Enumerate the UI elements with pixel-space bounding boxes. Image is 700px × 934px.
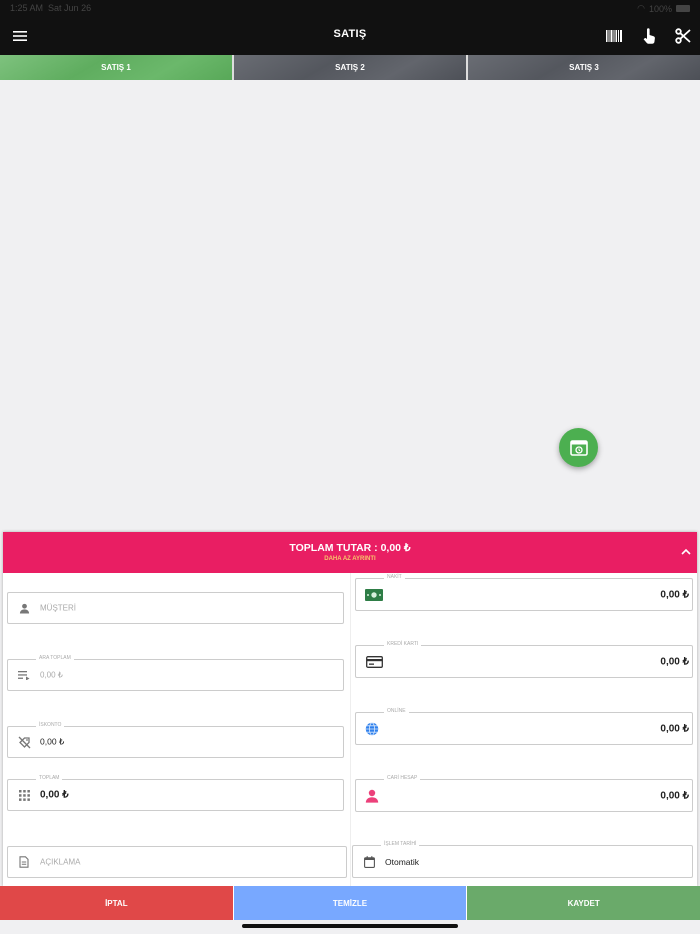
online-field[interactable]: ONLİNE 0,00 ₺: [355, 708, 693, 745]
globe-icon: [365, 721, 379, 736]
clear-button[interactable]: TEMİZLE: [233, 886, 467, 920]
current-account-value: 0,00 ₺: [660, 790, 689, 801]
cart-area: [0, 80, 700, 532]
status-right: ◠ 100%: [637, 3, 690, 14]
tab-sale-3[interactable]: SATIŞ 3: [468, 55, 700, 80]
total-header[interactable]: TOPLAM TUTAR : 0,00 ₺ DAHA AZ AYRINTI: [3, 532, 697, 573]
tab-sale-1[interactable]: SATIŞ 1: [0, 55, 232, 80]
transaction-date-field[interactable]: İŞLEM TARİHİ Otomatik: [352, 841, 693, 878]
payment-panel: TOPLAM TUTAR : 0,00 ₺ DAHA AZ AYRINTI MÜ…: [3, 532, 697, 886]
transaction-date-label: İŞLEM TARİHİ: [381, 841, 420, 847]
scissors-icon[interactable]: [673, 26, 693, 46]
status-bar: 1:25 AM Sat Jun 26 ◠ 100%: [0, 0, 700, 16]
customer-field[interactable]: MÜŞTERİ: [7, 592, 344, 624]
action-bar: İPTAL TEMİZLE KAYDET: [0, 886, 700, 920]
total-label: TOPLAM: [36, 775, 63, 781]
note-placeholder: AÇIKLAMA: [40, 857, 81, 867]
account-person-icon: [365, 789, 379, 803]
chevron-up-icon[interactable]: [680, 546, 692, 558]
discount-icon: [17, 735, 31, 749]
touch-icon[interactable]: [639, 26, 659, 46]
barcode-icon[interactable]: [604, 26, 624, 46]
subtotal-field: ARA TOPLAM 0,00 ₺: [7, 655, 344, 691]
grid-icon: [17, 788, 31, 802]
note-field[interactable]: AÇIKLAMA: [7, 846, 347, 878]
document-icon: [17, 855, 31, 869]
quick-sale-button[interactable]: [559, 428, 598, 467]
customer-placeholder: MÜŞTERİ: [40, 603, 76, 613]
online-value: 0,00 ₺: [660, 723, 689, 734]
column-divider: [350, 573, 351, 886]
home-indicator[interactable]: [242, 924, 458, 928]
discount-value: 0,00 ₺: [40, 736, 65, 747]
current-account-field[interactable]: CARİ HESAP 0,00 ₺: [355, 775, 693, 812]
transaction-date-value: Otomatik: [385, 856, 420, 867]
current-account-label: CARİ HESAP: [384, 775, 421, 781]
subtotal-value: 0,00 ₺: [40, 670, 63, 680]
battery-percent: 100%: [648, 3, 672, 14]
total-value: 0,00 ₺: [40, 789, 69, 801]
credit-card-label: KREDİ KARTI: [384, 641, 422, 647]
less-details-link[interactable]: DAHA AZ AYRINTI: [3, 556, 697, 562]
total-amount: TOPLAM TUTAR : 0,00 ₺: [289, 542, 411, 554]
save-button[interactable]: KAYDET: [467, 886, 700, 920]
credit-card-value: 0,00 ₺: [660, 656, 689, 667]
cancel-button[interactable]: İPTAL: [0, 886, 233, 920]
list-icon: [17, 668, 31, 682]
discount-label: İSKONTO: [36, 722, 65, 728]
online-label: ONLİNE: [384, 708, 409, 714]
credit-card-field[interactable]: KREDİ KARTI 0,00 ₺: [355, 641, 693, 678]
battery-icon: [676, 5, 690, 12]
top-bar: SATIŞ: [0, 16, 700, 55]
cash-label: NAKİT: [384, 574, 405, 580]
sale-tabs: SATIŞ 1 SATIŞ 2 SATIŞ 3: [0, 55, 700, 80]
discount-field[interactable]: İSKONTO 0,00 ₺: [7, 722, 344, 758]
subtotal-label: ARA TOPLAM: [36, 655, 74, 661]
status-time: 1:25 AM Sat Jun 26: [10, 3, 92, 13]
wifi-icon: ◠: [637, 3, 645, 13]
tab-sale-2[interactable]: SATIŞ 2: [234, 55, 466, 80]
cash-field[interactable]: NAKİT 0,00 ₺: [355, 574, 693, 611]
register-icon: [569, 439, 588, 456]
total-field: TOPLAM 0,00 ₺: [7, 775, 344, 811]
cash-icon: [365, 588, 383, 602]
cash-value: 0,00 ₺: [660, 589, 689, 600]
page-title: SATIŞ: [333, 28, 367, 40]
credit-card-icon: [365, 655, 383, 669]
person-icon: [17, 601, 31, 615]
calendar-icon: [362, 855, 376, 869]
